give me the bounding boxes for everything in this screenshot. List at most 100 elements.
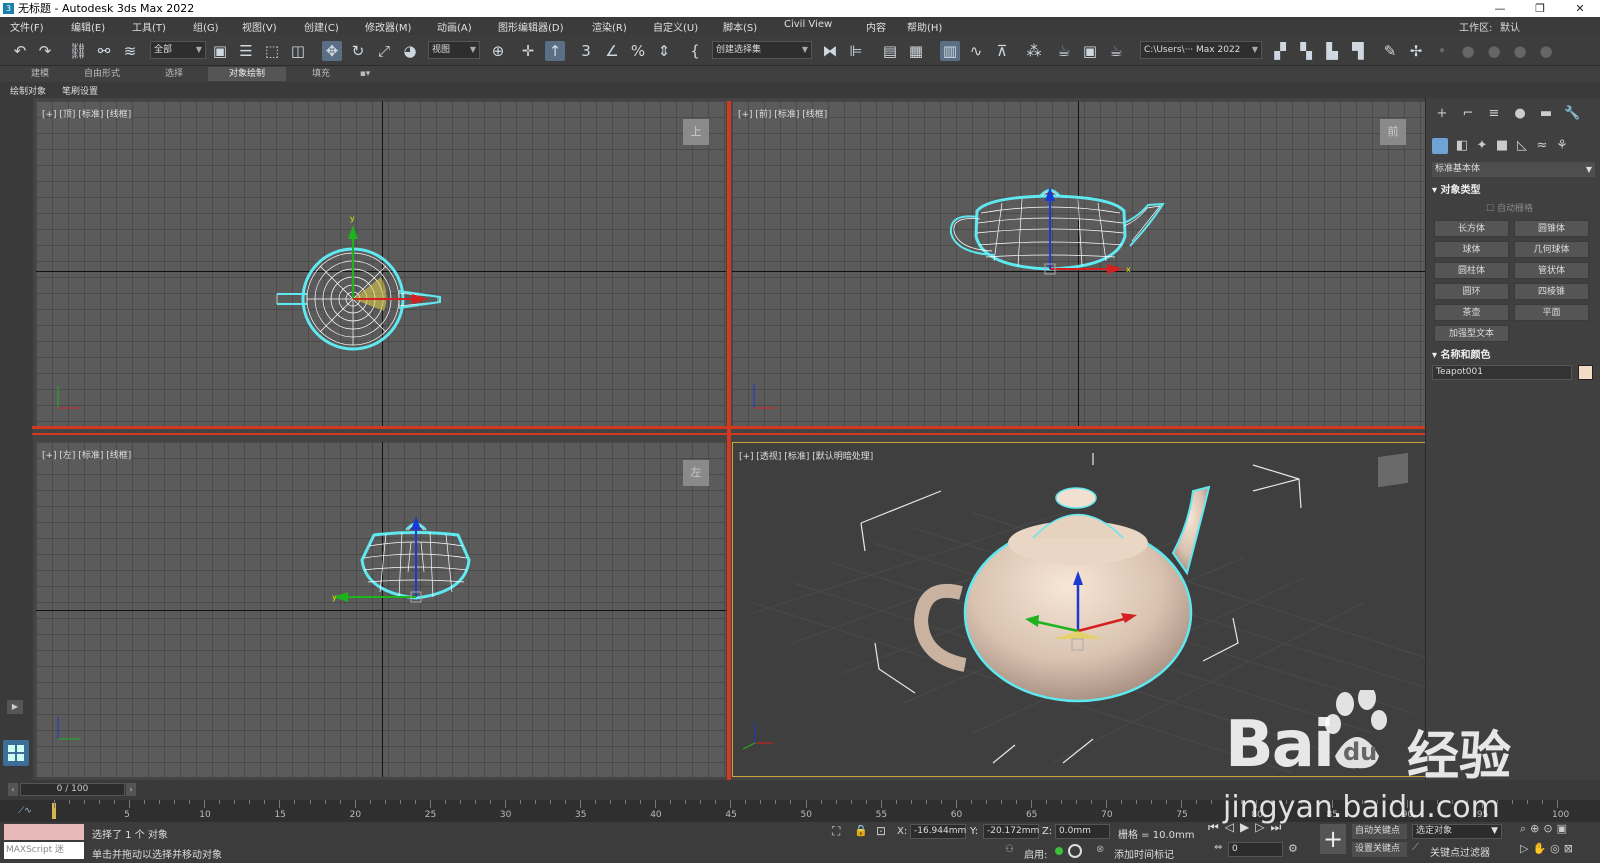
snaps-toggle-icon[interactable]: 3 xyxy=(576,41,596,61)
viewport-nav-controls-2-icon[interactable]: ▷✋◎⊠ xyxy=(1520,842,1577,855)
place-icon[interactable]: ◕ xyxy=(400,41,420,61)
text-plus-button[interactable]: 加强型文本 xyxy=(1434,325,1509,342)
ribbon-toggle-icon[interactable]: ▥ xyxy=(940,41,960,61)
selection-lock-icon[interactable]: 🔒 xyxy=(854,824,868,837)
close-button[interactable]: ✕ xyxy=(1560,0,1600,17)
pivot-center-icon[interactable]: ⊕ xyxy=(488,41,508,61)
tab-freeform[interactable]: 自由形式 xyxy=(72,67,132,81)
space-warps-category-icon[interactable]: ≈ xyxy=(1534,138,1550,154)
viewport-separator-vertical[interactable] xyxy=(727,101,731,793)
modify-tab-icon[interactable]: ⌐ xyxy=(1460,106,1476,122)
ribbon-options-icon[interactable]: ▪▾ xyxy=(355,67,375,81)
tab-populate[interactable]: 填充 xyxy=(296,67,346,81)
minimize-button[interactable]: — xyxy=(1480,0,1520,17)
create-tab-icon[interactable]: + xyxy=(1434,106,1450,122)
select-by-name-icon[interactable]: ☰ xyxy=(236,41,256,61)
select-object-icon[interactable]: ▣ xyxy=(210,41,230,61)
viewport-top[interactable]: [+] [顶] [标准] [线框] 上 y xyxy=(36,101,726,426)
align-icon[interactable]: ⊫ xyxy=(846,41,866,61)
box-button[interactable]: 长方体 xyxy=(1434,220,1509,237)
render-production-icon[interactable]: ☕ xyxy=(1106,41,1126,61)
key-mode-icon[interactable]: ⇔ xyxy=(1214,842,1222,853)
category-dropdown[interactable]: 标准基本体 ▼ xyxy=(1432,162,1595,177)
time-prev-icon[interactable]: ‹ xyxy=(8,783,18,796)
teapot-button[interactable]: 茶壶 xyxy=(1434,304,1509,321)
geosphere-button[interactable]: 几何球体 xyxy=(1514,241,1589,258)
helpers-category-icon[interactable]: ◺ xyxy=(1514,138,1530,154)
torus-button[interactable]: 圆环 xyxy=(1434,283,1509,300)
lights-category-icon[interactable]: ✦ xyxy=(1474,138,1490,154)
paint-objects-label[interactable]: 绘制对象 xyxy=(10,84,46,97)
tab-modeling[interactable]: 建模 xyxy=(20,67,60,81)
menu-edit[interactable]: 编辑(E) xyxy=(71,19,105,34)
dot-icon[interactable]: • xyxy=(1432,41,1452,61)
shapes-category-icon[interactable]: ◧ xyxy=(1454,138,1470,154)
geometry-category-icon[interactable] xyxy=(1432,138,1448,154)
motion-tab-icon[interactable]: ● xyxy=(1512,106,1528,122)
key-filters-icon[interactable]: ⟋ xyxy=(1412,842,1419,853)
absolute-transform-icon[interactable]: ⊡ xyxy=(876,824,886,838)
viewport-front[interactable]: [+] [前] [标准] [线框] 前 x xyxy=(732,101,1426,426)
circle-small-icon[interactable]: ● xyxy=(1458,41,1478,61)
layer-explorer-icon[interactable]: ▦ xyxy=(906,41,926,61)
current-frame-field[interactable]: 0 xyxy=(1228,842,1283,857)
menu-create[interactable]: 创建(C) xyxy=(304,19,339,34)
keyboard-shortcut-toggle-icon[interactable]: ↑ xyxy=(545,41,565,61)
selection-filter-dropdown[interactable]: 全部 ▼ xyxy=(150,41,206,59)
named-selection-dropdown[interactable]: 创建选择集 ▼ xyxy=(712,41,812,59)
time-tag-icon[interactable]: ⊗ xyxy=(1096,844,1104,855)
set-project-icon[interactable]: ▙ xyxy=(1322,41,1342,61)
menu-civil-view[interactable]: Civil View xyxy=(784,19,832,30)
menu-animation[interactable]: 动画(A) xyxy=(437,19,472,34)
menu-file[interactable]: 文件(F) xyxy=(10,19,44,34)
angle-snap-icon[interactable]: ∠ xyxy=(602,41,622,61)
menu-graph-editors[interactable]: 图形编辑器(D) xyxy=(498,19,564,34)
paint-tool-icon[interactable]: ✢ xyxy=(1406,41,1426,61)
systems-category-icon[interactable]: ⚘ xyxy=(1554,138,1570,154)
object-name-input[interactable]: Teapot001 xyxy=(1432,365,1572,380)
project-path-dropdown[interactable]: C:\Users\··· Max 2022 ▼ xyxy=(1140,41,1262,59)
cone-button[interactable]: 圆锥体 xyxy=(1514,220,1589,237)
expand-arrow-icon[interactable]: ▶ xyxy=(7,700,23,714)
menu-rendering[interactable]: 渲染(R) xyxy=(592,19,627,34)
menu-content[interactable]: 内容 xyxy=(866,19,886,34)
redo-icon[interactable]: ↷ xyxy=(35,41,55,61)
menu-view[interactable]: 视图(V) xyxy=(242,19,277,34)
z-coord-field[interactable]: 0.0mm xyxy=(1055,824,1110,839)
rect-selection-icon[interactable]: ⬚ xyxy=(262,41,282,61)
rendered-frame-icon[interactable]: ▣ xyxy=(1080,41,1100,61)
edit-named-selection-icon[interactable]: { xyxy=(685,41,705,61)
maxscript-listener-top[interactable] xyxy=(4,824,84,840)
circle-xlarge-icon[interactable]: ● xyxy=(1536,41,1556,61)
render-setup-icon[interactable]: ☕ xyxy=(1054,41,1074,61)
tab-object-paint[interactable]: 对象绘制 xyxy=(208,67,286,81)
time-slider[interactable]: 0 / 100 xyxy=(20,783,125,796)
percent-snap-icon[interactable]: % xyxy=(628,41,648,61)
y-coord-field[interactable]: -20.172mm xyxy=(983,824,1039,839)
plane-button[interactable]: 平面 xyxy=(1514,304,1589,321)
maxscript-listener-input[interactable]: MAXScript 迷 xyxy=(4,842,84,859)
mirror-icon[interactable]: ⧓ xyxy=(820,41,840,61)
curve-editor-icon[interactable]: ∿ xyxy=(966,41,986,61)
select-move-icon[interactable]: ✥ xyxy=(322,41,342,61)
enable-toggle-icon[interactable] xyxy=(1068,844,1082,858)
object-color-swatch[interactable] xyxy=(1578,365,1593,380)
tab-selection[interactable]: 选择 xyxy=(150,67,198,81)
unlink-icon[interactable]: ⚯ xyxy=(94,41,114,61)
set-key-button[interactable]: 设置关键点 xyxy=(1352,842,1407,857)
select-rotate-icon[interactable]: ↻ xyxy=(348,41,368,61)
workspace-select[interactable]: 默认 xyxy=(1500,19,1520,34)
menu-customize[interactable]: 自定义(U) xyxy=(653,19,698,34)
link-icon[interactable]: ⛓ xyxy=(68,41,88,61)
tube-button[interactable]: 管状体 xyxy=(1514,262,1589,279)
spinner-snap-icon[interactable]: ⇕ xyxy=(654,41,674,61)
menu-tools[interactable]: 工具(T) xyxy=(132,19,166,34)
display-tab-icon[interactable]: ▬ xyxy=(1538,106,1554,122)
menu-group[interactable]: 组(G) xyxy=(193,19,219,34)
viewport-separator-horizontal[interactable] xyxy=(32,426,1434,429)
viewport-layout-icon[interactable] xyxy=(3,740,29,766)
circle-large-icon[interactable]: ● xyxy=(1510,41,1530,61)
key-filters-button[interactable]: 关键点过滤器 xyxy=(1430,844,1490,859)
x-coord-field[interactable]: -16.944mm xyxy=(910,824,966,839)
brush-settings-label[interactable]: 笔刷设置 xyxy=(62,84,98,97)
